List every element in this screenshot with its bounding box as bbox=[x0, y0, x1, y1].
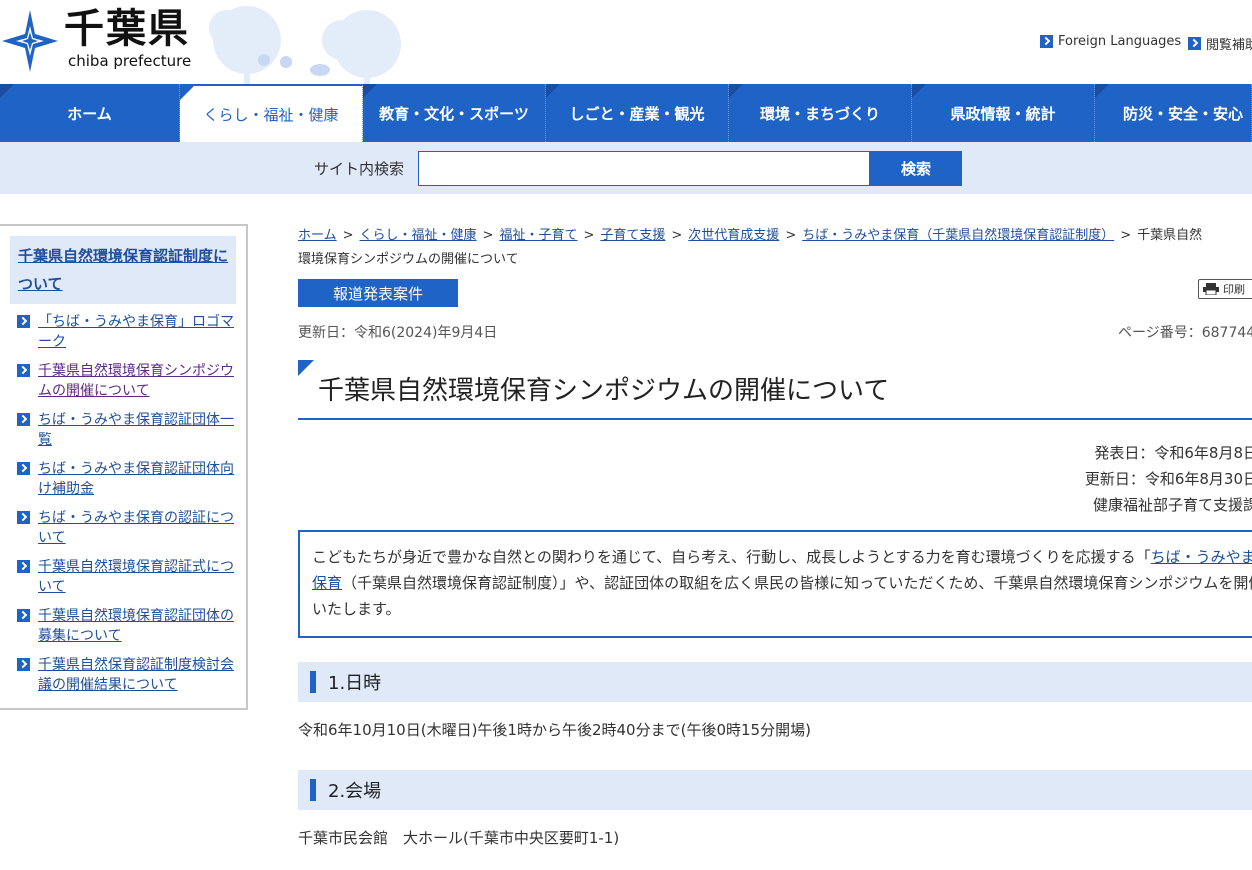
nav-home[interactable]: ホーム bbox=[0, 84, 180, 142]
sidebar-link[interactable]: 「ちば・うみやま保育」ロゴマーク bbox=[38, 314, 234, 350]
sidebar-item-review-meeting: 千葉県自然保育認証制度検討会議の開催結果について bbox=[10, 655, 236, 695]
breadcrumb-link[interactable]: ホーム bbox=[298, 228, 337, 243]
breadcrumb-link[interactable]: くらし・福祉・健康 bbox=[360, 228, 477, 243]
heading-bar-icon bbox=[310, 779, 316, 801]
breadcrumb-link[interactable]: 福祉・子育て bbox=[499, 228, 577, 243]
arrow-right-icon bbox=[17, 364, 30, 377]
section-heading-text: 2.会場 bbox=[328, 781, 382, 802]
section-heading-venue: 2.会場 bbox=[298, 770, 1252, 810]
chiba-logo-icon[interactable] bbox=[0, 8, 60, 74]
sidebar-link[interactable]: ちば・うみやま保育認証団体一覧 bbox=[38, 412, 234, 448]
sidebar-link[interactable]: 千葉県自然環境保育認証式について bbox=[38, 559, 234, 595]
page-number: ページ番号：687744 bbox=[1118, 325, 1252, 341]
breadcrumb-link[interactable]: 次世代育成支援 bbox=[688, 228, 779, 243]
updated-date: 更新日：令和6(2024)年9月4日 bbox=[298, 325, 498, 341]
arrow-right-icon bbox=[17, 413, 30, 426]
search-bar: サイト内検索 検索 bbox=[0, 142, 1252, 194]
sidebar-link[interactable]: 千葉県自然環境保育認証団体の募集について bbox=[38, 608, 234, 644]
accessibility-link[interactable]: 閲覧補助 bbox=[1188, 34, 1252, 53]
nav-disaster-safety[interactable]: 防災・安全・安心 bbox=[1095, 84, 1252, 142]
print-button[interactable]: 印刷 bbox=[1198, 279, 1252, 299]
sidebar-list: 「ちば・うみやま保育」ロゴマーク 千葉県自然環境保育シンポジウムの開催について … bbox=[10, 312, 236, 695]
title-divider bbox=[298, 418, 1252, 420]
arrow-right-icon bbox=[17, 609, 30, 622]
arrow-right-icon bbox=[17, 658, 30, 671]
intro-box: こどもたちが身近で豊かな自然との関わりを通じて、自ら考え、行動し、成長しようとす… bbox=[298, 530, 1252, 638]
sidebar-item-certification: ちば・うみやま保育の認証について bbox=[10, 508, 236, 548]
breadcrumb: ホーム > くらし・福祉・健康 > 福祉・子育て > 子育て支援 > 次世代育成支援 > ちば・うみ… bbox=[298, 228, 1203, 243]
arrow-right-icon bbox=[1188, 37, 1201, 50]
intro-text-before: こどもたちが身近で豊かな自然との関わりを通じて、自ら考え、行動し、成長しようとす… bbox=[312, 548, 1151, 566]
site-header: 千葉県 chiba prefecture Foreign Languages 閲… bbox=[0, 0, 1252, 84]
arrow-right-icon bbox=[17, 462, 30, 475]
release-meta: 発表日：令和6年8月8日 更新日：令和6年8月30日 健康福祉部子育て支援課 bbox=[1085, 440, 1252, 518]
section-heading-text: 1.日時 bbox=[328, 673, 382, 694]
sidebar-item-subsidy: ちば・うみやま保育認証団体向け補助金 bbox=[10, 459, 236, 499]
breadcrumb-current: 千葉県自然 bbox=[1137, 228, 1203, 243]
sidebar-item-logo-mark: 「ちば・うみやま保育」ロゴマーク bbox=[10, 312, 236, 352]
heading-bar-icon bbox=[310, 671, 316, 693]
printer-icon bbox=[1203, 283, 1219, 295]
sidebar-item-recruitment: 千葉県自然環境保育認証団体の募集について bbox=[10, 606, 236, 646]
foreign-languages-link[interactable]: Foreign Languages bbox=[1040, 34, 1181, 49]
global-nav: ホーム くらし・福祉・健康 教育・文化・スポーツ しごと・産業・観光 環境・まち… bbox=[0, 84, 1252, 142]
nav-work-industry-tourism[interactable]: しごと・産業・観光 bbox=[546, 84, 729, 142]
nav-living-welfare-health[interactable]: くらし・福祉・健康 bbox=[180, 84, 363, 142]
search-button[interactable]: 検索 bbox=[870, 151, 962, 186]
search-input[interactable] bbox=[418, 151, 870, 186]
sidebar-title-link[interactable]: 千葉県自然環境保育認証制度について bbox=[10, 236, 236, 304]
release-date: 発表日：令和6年8月8日 bbox=[1094, 444, 1252, 462]
accessibility-label: 閲覧補助 bbox=[1206, 38, 1252, 53]
update-date: 更新日：令和6年8月30日 bbox=[1084, 470, 1252, 488]
press-release-badge[interactable]: 報道発表案件 bbox=[298, 279, 458, 307]
sidebar-link[interactable]: 千葉県自然保育認証制度検討会議の開催結果について bbox=[38, 657, 234, 693]
arrow-right-icon bbox=[17, 315, 30, 328]
page-title: 千葉県自然環境保育シンポジウムの開催について bbox=[318, 376, 890, 406]
sidebar-link[interactable]: ちば・うみやま保育の認証について bbox=[38, 510, 234, 546]
nav-education-culture-sports[interactable]: 教育・文化・スポーツ bbox=[363, 84, 546, 142]
sidebar-item-symposium: 千葉県自然環境保育シンポジウムの開催について bbox=[10, 361, 236, 401]
search-label: サイト内検索 bbox=[314, 160, 405, 178]
intro-text-after: （千葉県自然環境保育認証制度）」や、認証団体の取組を広く県民の皆様に知っていただ… bbox=[312, 574, 1252, 618]
section-text-venue: 千葉市民会館 大ホール(千葉市中央区要町1-1) bbox=[298, 829, 620, 847]
logo-subtitle: chiba prefecture bbox=[68, 52, 192, 70]
nature-decoration-icon bbox=[209, 6, 401, 84]
department: 健康福祉部子育て支援課 bbox=[1092, 496, 1252, 514]
main-content: ホーム > くらし・福祉・健康 > 福祉・子育て > 子育て支援 > 次世代育成支援 > ちば・うみ… bbox=[298, 224, 1252, 870]
breadcrumb-link[interactable]: 子育て支援 bbox=[600, 228, 665, 243]
nav-environment-town[interactable]: 環境・まちづくり bbox=[729, 84, 912, 142]
arrow-right-icon bbox=[1040, 35, 1053, 48]
logo-title[interactable]: 千葉県 bbox=[64, 6, 190, 52]
section-text-datetime: 令和6年10月10日(木曜日)午後1時から午後2時40分まで(午後0時15分開場… bbox=[298, 721, 811, 739]
arrow-right-icon bbox=[17, 560, 30, 573]
sidebar: 千葉県自然環境保育認証制度について 「ちば・うみやま保育」ロゴマーク 千葉県自然… bbox=[0, 224, 248, 710]
section-heading-datetime: 1.日時 bbox=[298, 662, 1252, 702]
sidebar-item-certified-list: ちば・うみやま保育認証団体一覧 bbox=[10, 410, 236, 450]
breadcrumb-current-continued: 環境保育シンポジウムの開催について bbox=[298, 252, 519, 267]
sidebar-link[interactable]: ちば・うみやま保育認証団体向け補助金 bbox=[38, 461, 234, 497]
heading-corner-icon bbox=[298, 360, 314, 376]
sidebar-item-ceremony: 千葉県自然環境保育認証式について bbox=[10, 557, 236, 597]
breadcrumb-link[interactable]: ちば・うみやま保育（千葉県自然環境保育認証制度） bbox=[802, 228, 1114, 243]
nav-prefecture-info-statistics[interactable]: 県政情報・統計 bbox=[912, 84, 1095, 142]
foreign-languages-label: Foreign Languages bbox=[1058, 34, 1182, 49]
print-label: 印刷 bbox=[1223, 283, 1245, 296]
arrow-right-icon bbox=[17, 511, 30, 524]
sidebar-link[interactable]: 千葉県自然環境保育シンポジウムの開催について bbox=[38, 363, 234, 399]
